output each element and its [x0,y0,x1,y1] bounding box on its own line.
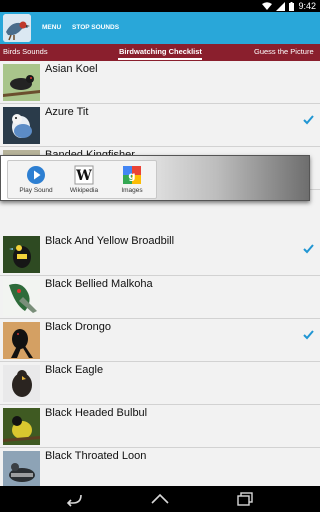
list-item[interactable]: Azure Tit [0,104,320,147]
bird-name: Black Eagle [45,364,104,376]
list-item[interactable]: Black Headed Bulbul [0,405,320,448]
list-item[interactable]: Black And Yellow Broadbill [0,233,320,276]
list-item[interactable]: Black Drongo [0,319,320,362]
battery-icon [289,1,295,11]
images-label: Images [121,187,143,194]
checked-icon[interactable] [303,114,314,125]
wifi-icon [262,2,273,10]
list-item[interactable]: Black Eagle [0,362,320,405]
bird-name: Azure Tit [45,106,89,118]
bird-logo-icon [3,14,31,42]
bird-name: Black And Yellow Broadbill [45,235,175,247]
active-tab-indicator [118,58,202,60]
play-icon [27,166,45,184]
recent-apps-icon[interactable] [235,491,257,507]
tab-bar: Birds Sounds Birdwatching Checklist Gues… [0,44,320,61]
bird-thumbnail [3,451,40,486]
app-icon[interactable] [3,14,31,42]
play-sound-label: Play Sound [19,187,53,194]
bird-name: Asian Koel [45,63,98,75]
tab-birds-sounds[interactable]: Birds Sounds [3,44,48,61]
bird-thumbnail [3,279,40,316]
bird-name: Black Bellied Malkoha [45,278,153,290]
bird-name: Black Throated Loon [45,450,147,462]
images-icon: g [123,166,141,184]
quick-action-popup: Play Sound W Wikipedia g Images [0,155,310,201]
back-icon[interactable] [63,491,85,507]
bird-thumbnail [3,408,40,445]
status-time: 9:42 [298,1,316,11]
navigation-bar [0,486,320,512]
play-sound-button[interactable]: Play Sound [16,163,56,197]
bird-thumbnail [3,365,40,402]
bird-name: Black Headed Bulbul [45,407,148,419]
images-button[interactable]: g Images [112,163,152,197]
bird-checklist: Asian Koel Azure Tit Banded Kingfisher B… [0,61,320,486]
bird-thumbnail [3,236,40,273]
tab-guess-the-picture[interactable]: Guess the Picture [254,44,314,61]
svg-text:W: W [75,168,92,184]
bird-name: Black Drongo [45,321,112,333]
wikipedia-icon: W [74,165,94,185]
wikipedia-label: Wikipedia [69,187,99,194]
list-item[interactable]: Black Throated Loon [0,448,320,486]
list-item[interactable]: Black Bellied Malkoha [0,276,320,319]
wikipedia-button[interactable]: W Wikipedia [64,163,104,197]
home-icon[interactable] [149,491,171,507]
action-bar: MENU STOP SOUNDS [0,12,320,44]
bird-thumbnail [3,322,40,359]
checked-icon[interactable] [303,243,314,254]
status-icons: 9:42 [262,0,316,12]
quick-action-panel: Play Sound W Wikipedia g Images [7,160,157,199]
signal-icon [276,1,286,11]
bird-thumbnail [3,64,40,101]
checked-icon[interactable] [303,329,314,340]
bird-thumbnail [3,107,40,144]
list-item[interactable]: Asian Koel [0,61,320,104]
stop-sounds-button[interactable]: STOP SOUNDS [72,12,119,44]
status-bar: 9:42 [0,0,320,12]
svg-text:g: g [128,171,135,182]
menu-button[interactable]: MENU [42,12,61,44]
